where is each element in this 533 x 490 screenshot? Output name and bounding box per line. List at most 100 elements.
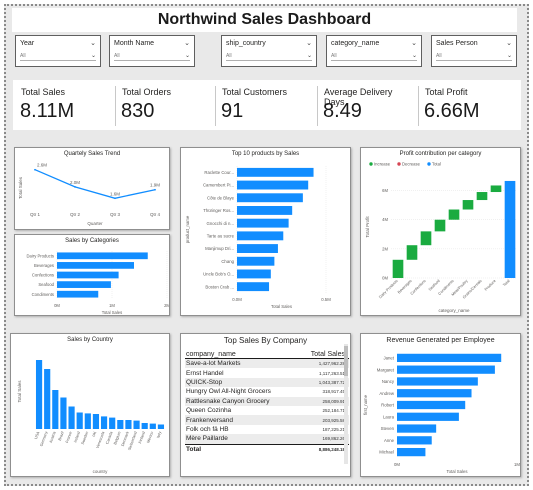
employee-revenue-chart[interactable]: Revenue Generated per Employee Janet Marg… — [360, 333, 521, 477]
bar — [237, 282, 270, 292]
quarterly-sales-svg: Total Sales 2.6M Qtr 1 2.0M Qtr 2 1.6M Qtr 3 1.… — [18, 163, 160, 226]
company-sales-table[interactable]: Top Sales By Company company_name Total … — [180, 333, 351, 477]
chevron-down-icon[interactable]: ⌄ — [507, 52, 512, 59]
x-axis-title: category_name — [438, 308, 470, 313]
slicer-category-name[interactable]: category_name ⌄ All ⌄ — [326, 35, 422, 67]
legend-marker — [369, 162, 373, 166]
slicer-year[interactable]: Year ⌄ All ⌄ — [15, 35, 101, 67]
bar — [149, 423, 156, 429]
company-name-cell: Frankenversand — [186, 416, 233, 424]
company-name-cell: Ernst Handel — [186, 369, 224, 377]
table-row[interactable]: Hungry Owl All-Night Grocers 318,917.45 — [185, 387, 349, 396]
y-axis-title: Total Sales — [17, 380, 22, 403]
table-body: Save-a-lot Markets 1,427,962.28 Ernst Hand… — [185, 359, 349, 444]
chevron-down-icon[interactable]: ⌄ — [307, 52, 312, 59]
table-row[interactable]: Rattlesnake Canyon Grocery 258,009.91 — [185, 396, 349, 406]
kpi-total-orders: Total Orders 830 — [117, 82, 213, 128]
chevron-down-icon[interactable]: ⌄ — [411, 39, 417, 47]
x-tick-label: Italy — [156, 431, 162, 439]
y-tick-label: 4M — [382, 217, 388, 222]
bar — [57, 252, 148, 260]
quarterly-sales-chart[interactable]: Quartely Sales Trend Total Sales 2.6M Qtr … — [14, 147, 170, 230]
chevron-down-icon[interactable]: ⌄ — [184, 39, 190, 47]
country-sales-chart[interactable]: Sales by Country USA Germany Austria Brazil… — [10, 333, 170, 477]
bar — [57, 290, 99, 298]
table-row[interactable]: QUICK-Stop 1,043,387.72 — [185, 377, 349, 388]
bar — [237, 218, 289, 228]
total-sales-cell: 169,862.26 — [322, 436, 345, 442]
x-tick-label: 0.0M — [232, 297, 242, 302]
kpi-divider — [115, 86, 116, 126]
chevron-down-icon[interactable]: ⌄ — [185, 52, 190, 59]
company-name-cell: Save-a-lot Markets — [186, 360, 241, 368]
x-tick-label: Sweden — [81, 431, 89, 445]
slicer-month-name[interactable]: Month Name ⌄ All ⌄ — [109, 35, 195, 67]
x-tick-label: Austria — [49, 430, 57, 443]
total-value: 8,886,248.18 — [318, 447, 345, 453]
bar — [68, 406, 75, 429]
x-tick-label: Qtr 2 — [70, 212, 80, 217]
column-header-company[interactable]: company_name — [185, 351, 295, 358]
y-axis-title: Total Sales — [18, 176, 23, 199]
data-point — [114, 197, 116, 200]
chevron-down-icon[interactable]: ⌄ — [90, 39, 96, 47]
category-label: Seafood — [38, 282, 54, 287]
total-sales-cell: 1,427,962.28 — [318, 361, 345, 367]
bar — [406, 245, 418, 260]
table-scrollbar[interactable] — [344, 344, 348, 464]
table-row[interactable]: Queen Cozinha 252,184.71 — [185, 406, 349, 415]
slicer-ship-country[interactable]: ship_country ⌄ All ⌄ — [221, 35, 317, 67]
chevron-down-icon[interactable]: ⌄ — [306, 39, 312, 47]
total-sales-cell: 318,917.45 — [322, 389, 345, 395]
kpi-divider — [418, 86, 419, 126]
table-row[interactable]: Folk och fä HB 187,225.21 — [185, 425, 349, 434]
category-label: Anne — [384, 438, 395, 443]
kpi-label: Total Customers — [222, 87, 288, 97]
bar — [237, 193, 303, 203]
category-label: Boston Crab ... — [205, 284, 234, 289]
total-sales-cell: 1,043,387.72 — [318, 379, 345, 385]
category-label: Uncle Bob's O... — [203, 272, 234, 277]
company-name-cell: Rattlesnake Canyon Grocery — [186, 397, 270, 405]
table-row[interactable]: Save-a-lot Markets 1,427,962.28 — [185, 359, 349, 369]
chart-title: Quartely Sales Trend — [63, 151, 121, 157]
column-header-total-sales[interactable]: Total Sales — [295, 351, 345, 358]
bar — [392, 259, 404, 278]
categories-sales-chart[interactable]: Sales by Categories Dairy Products Bevera… — [14, 234, 170, 316]
legend-label: Decrease — [402, 162, 421, 167]
table-row[interactable]: Ernst Handel 1,117,263.51 — [185, 368, 349, 377]
slicer-value: All — [226, 53, 232, 59]
data-label: 2.6M — [37, 163, 47, 168]
total-sales-cell: 252,184.71 — [322, 408, 345, 414]
table-row[interactable]: Frankenversand 203,925.58 — [185, 415, 349, 425]
chart-title: Sales by Categories — [65, 238, 119, 244]
page-title: Northwind Sales Dashboard — [157, 11, 372, 28]
category-label: Andrew — [379, 391, 394, 396]
top10-products-chart[interactable]: Top 10 products by Sales Raclette Cour..… — [180, 147, 351, 316]
y-tick-label: 6M — [382, 188, 388, 193]
x-tick-label: Qtr 3 — [110, 212, 120, 217]
slicer-label: Year — [20, 40, 35, 47]
category-label: Thüringer Ros... — [203, 208, 234, 213]
chevron-down-icon[interactable]: ⌄ — [91, 52, 96, 59]
chevron-down-icon[interactable]: ⌄ — [412, 52, 417, 59]
bar — [397, 377, 478, 386]
chevron-down-icon[interactable]: ⌄ — [506, 39, 512, 47]
bar — [57, 271, 119, 279]
data-point — [74, 185, 76, 188]
category-label: Janet — [383, 355, 394, 360]
bar — [397, 400, 466, 410]
x-tick-label: USA — [34, 431, 41, 440]
x-tick-label: 0.5M — [321, 297, 331, 302]
total-sales-cell: 1,117,263.51 — [319, 370, 345, 376]
bar — [92, 414, 100, 429]
slicer-sales-person[interactable]: Sales Person ⌄ All ⌄ — [431, 35, 517, 67]
scrollbar-thumb[interactable] — [344, 346, 348, 376]
data-label: 1.9M — [150, 183, 160, 188]
bar — [44, 369, 51, 429]
kpi-value: 830 — [121, 100, 155, 122]
profit-contribution-chart[interactable]: Profit contribution per category Increas… — [360, 147, 521, 316]
x-tick-label: Belgium — [113, 431, 121, 445]
table-row[interactable]: Mère Paillarde 169,862.26 — [185, 434, 349, 444]
bar — [76, 412, 83, 429]
